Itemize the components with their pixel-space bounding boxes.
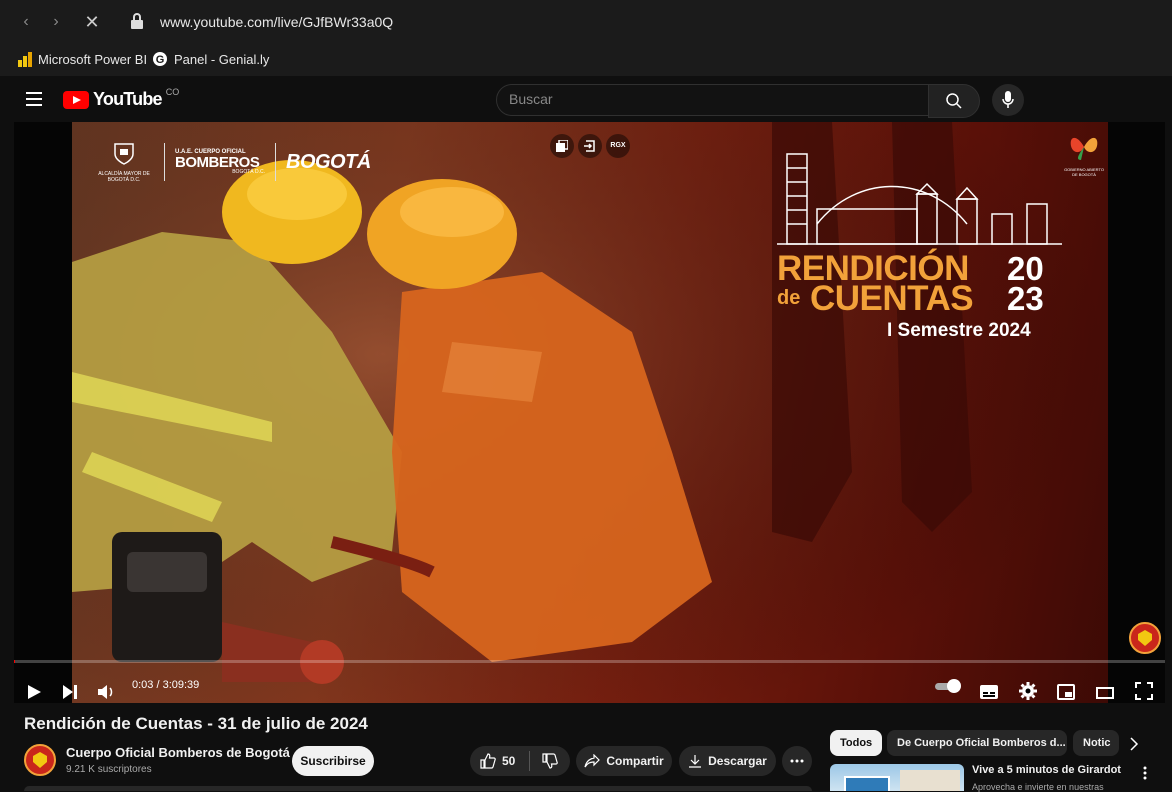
- channel-watermark[interactable]: [1129, 622, 1161, 654]
- description-box[interactable]: [24, 786, 812, 791]
- city-skyline-illustration: [777, 153, 1062, 245]
- subscriber-count: 9.21 K suscriptores: [66, 764, 152, 775]
- alcaldia-text: ALCALDÍA MAYOR DE BOGOTÁ D.C.: [98, 170, 150, 183]
- overlay-exit-icon[interactable]: [578, 134, 602, 158]
- chip-channel[interactable]: De Cuerpo Oficial Bomberos d...: [887, 730, 1067, 756]
- bookmark-label: Microsoft Power BI: [38, 51, 148, 67]
- cuentas-text: CUENTAS: [810, 279, 974, 318]
- search-input[interactable]: Buscar: [496, 84, 930, 116]
- theater-mode-icon[interactable]: [1096, 679, 1114, 703]
- bookmarks-bar: Microsoft Power BI G Panel - Genial.ly: [0, 44, 1172, 77]
- share-icon: [584, 754, 601, 768]
- thumbs-up-icon[interactable]: [480, 753, 496, 769]
- voice-search-button[interactable]: [992, 84, 1024, 116]
- video-player[interactable]: ALCALDÍA MAYOR DE BOGOTÁ D.C. U.A.E. CUE…: [14, 122, 1165, 703]
- chip-news[interactable]: Notic: [1073, 730, 1119, 756]
- subscribe-button[interactable]: Suscribirse: [292, 746, 374, 776]
- bookmark-label: Panel - Genial.ly: [174, 51, 270, 67]
- org-line2: BOMBEROS: [175, 154, 260, 171]
- alcaldia-logo: ALCALDÍA MAYOR DE BOGOTÁ D.C.: [94, 142, 154, 183]
- settings-icon[interactable]: [1019, 677, 1037, 703]
- rgx-badge[interactable]: RGX: [606, 134, 630, 158]
- video-frame: ALCALDÍA MAYOR DE BOGOTÁ D.C. U.A.E. CUE…: [72, 122, 1108, 703]
- search-button[interactable]: [928, 84, 980, 118]
- browser-toolbar: ‹ › ✕ www.youtube.com/live/GJfBWr33a0Q: [0, 0, 1172, 44]
- next-icon[interactable]: [62, 678, 78, 703]
- logo-text: YouTube: [93, 89, 163, 109]
- more-horizontal-icon: [790, 759, 804, 763]
- gobierno-text: GOBIERNO ABIERTO DE BOGOTÁ: [1064, 167, 1104, 177]
- address-bar[interactable]: www.youtube.com/live/GJfBWr33a0Q: [160, 14, 393, 30]
- bogota-logo: BOGOTÁ: [286, 150, 371, 173]
- like-dislike-group: 50: [470, 746, 570, 776]
- miniplayer-icon[interactable]: [1057, 678, 1075, 703]
- gobierno-abierto-logo: GOBIERNO ABIERTO DE BOGOTÁ: [1062, 132, 1106, 177]
- microphone-icon: [1002, 91, 1014, 108]
- close-icon[interactable]: ✕: [80, 10, 104, 34]
- coat-of-arms-icon: [114, 142, 134, 165]
- more-actions-button[interactable]: [782, 746, 812, 776]
- powerbi-icon: [18, 52, 32, 67]
- share-button[interactable]: Compartir: [576, 746, 672, 776]
- chevron-right-icon[interactable]: [1129, 737, 1139, 751]
- video-title: Rendición de Cuentas - 31 de julio de 20…: [24, 714, 368, 733]
- bookmark-powerbi[interactable]: Microsoft Power BI: [18, 51, 147, 67]
- search-placeholder: Buscar: [509, 91, 553, 107]
- semestre-text: I Semestre 2024: [887, 320, 1031, 341]
- svg-text:G: G: [156, 54, 165, 66]
- fullscreen-icon[interactable]: [1135, 677, 1153, 703]
- bookmark-genially[interactable]: G Panel - Genial.ly: [152, 51, 269, 67]
- search-icon: [946, 93, 962, 109]
- forward-icon[interactable]: ›: [44, 10, 68, 34]
- genially-icon: G: [153, 52, 167, 66]
- bomberos-logo: U.A.E. CUERPO OFICIAL BOMBEROS BOGOTÁ D.…: [175, 149, 265, 175]
- time-display: 0:03 / 3:09:39: [132, 679, 200, 691]
- download-label: Descargar: [708, 754, 767, 768]
- rendicion-title-block: RENDICIÓN de CUENTAS 20 23 I Semestre 20…: [777, 144, 1062, 354]
- chip-all[interactable]: Todos: [830, 730, 883, 756]
- butterfly-icon: [1070, 137, 1098, 160]
- channel-name[interactable]: Cuerpo Oficial Bomberos de Bogotá: [66, 745, 290, 760]
- country-code: CO: [165, 87, 180, 97]
- thumbs-down-icon[interactable]: [542, 753, 559, 769]
- channel-avatar[interactable]: [24, 744, 56, 776]
- progress-bar[interactable]: [14, 660, 1165, 663]
- more-vertical-icon[interactable]: [1143, 766, 1147, 780]
- share-label: Compartir: [606, 754, 664, 768]
- like-count[interactable]: 50: [502, 754, 515, 768]
- recommended-title[interactable]: Vive a 5 minutos de Girardot: [972, 764, 1121, 776]
- youtube-header: YouTube CO Buscar: [0, 76, 1172, 122]
- youtube-logo[interactable]: YouTube CO: [63, 87, 180, 110]
- play-icon[interactable]: [26, 678, 42, 703]
- volume-icon[interactable]: [98, 678, 116, 703]
- year-bottom: 23: [1007, 280, 1044, 317]
- menu-icon[interactable]: [26, 92, 42, 106]
- back-icon[interactable]: ‹: [14, 10, 38, 34]
- recommended-thumbnail[interactable]: [830, 764, 964, 791]
- de-text: de: [777, 287, 801, 309]
- youtube-logo-icon: [63, 90, 89, 109]
- download-icon: [689, 755, 702, 768]
- overlay-copy-icon[interactable]: [550, 134, 574, 158]
- lock-icon: [131, 13, 143, 29]
- institution-logos: ALCALDÍA MAYOR DE BOGOTÁ D.C. U.A.E. CUE…: [94, 140, 384, 184]
- progress-fill: [14, 660, 15, 663]
- autoplay-toggle[interactable]: [935, 678, 963, 694]
- download-button[interactable]: Descargar: [679, 746, 776, 776]
- subtitles-icon[interactable]: [980, 678, 998, 703]
